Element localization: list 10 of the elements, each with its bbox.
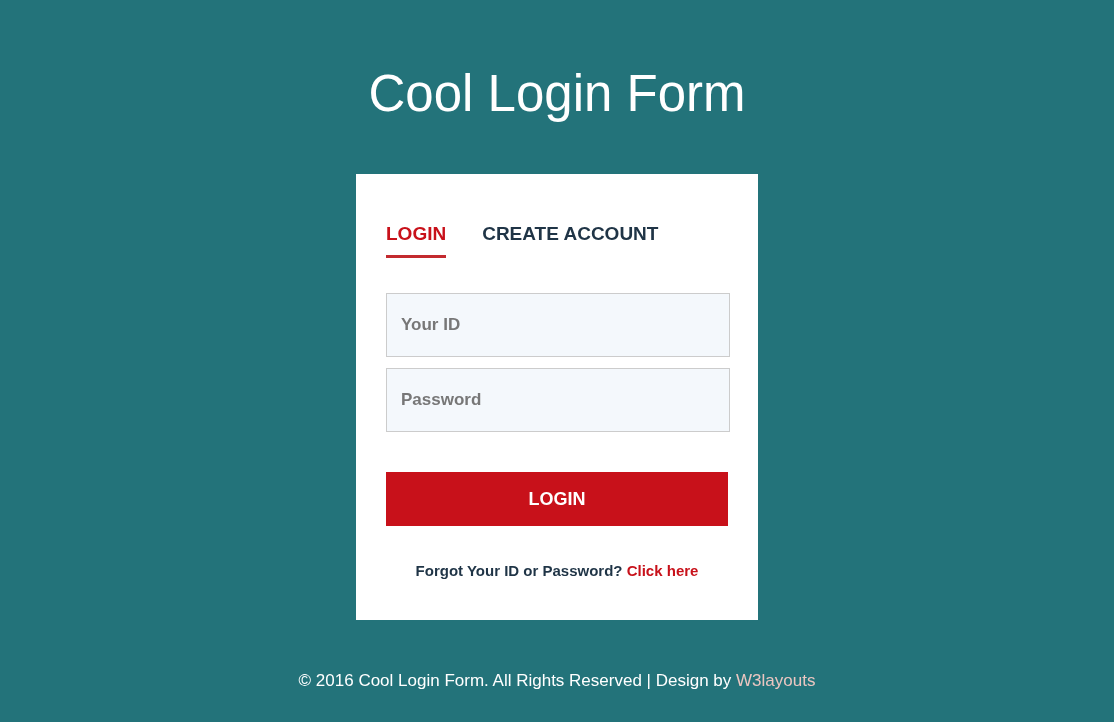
forgot-text: Forgot Your ID or Password? Click here <box>414 561 700 581</box>
form-tab[interactable]: CREATE ACCOUNT <box>482 222 659 258</box>
page-title: Cool Login Form <box>368 64 746 124</box>
form-tab[interactable]: LOGIN <box>386 222 447 258</box>
designer-link[interactable]: W3layouts <box>736 671 816 690</box>
id-field[interactable]: Your ID <box>386 293 730 357</box>
footer-text: © 2016 Cool Login Form. All Rights Reserved | Design by W3layouts <box>298 670 816 692</box>
click-here-link[interactable]: Click here <box>626 562 699 579</box>
login-button[interactable]: LOGIN <box>386 472 728 526</box>
password-field[interactable]: Password <box>386 368 730 432</box>
